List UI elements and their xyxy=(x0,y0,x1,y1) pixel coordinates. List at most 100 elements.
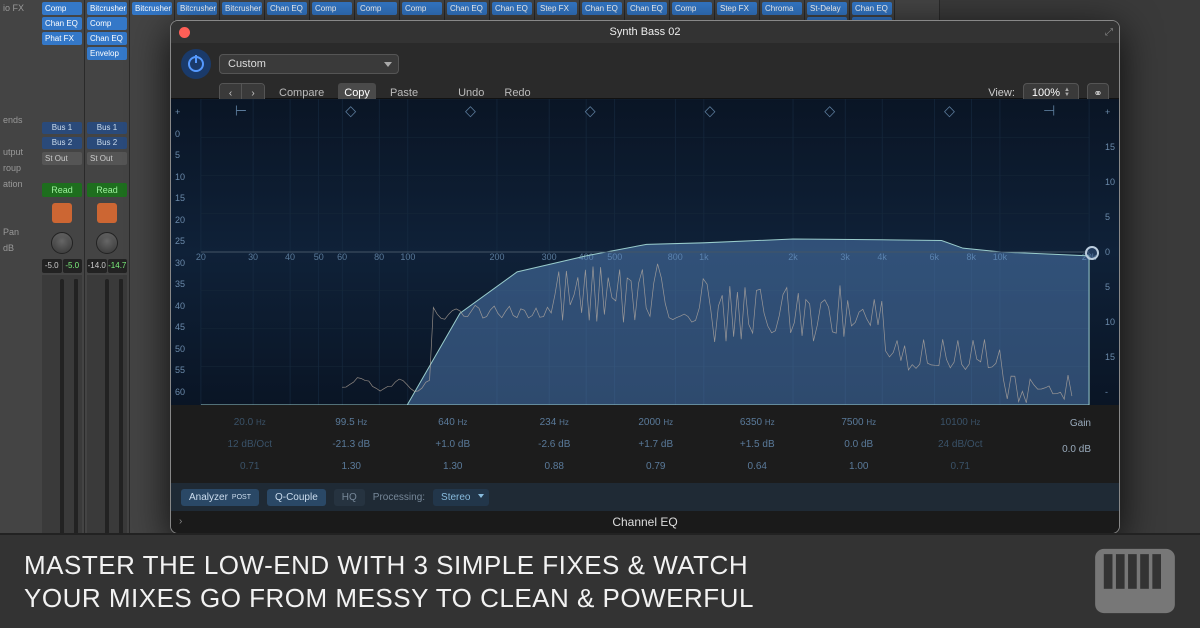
eq-band-column[interactable]: 234 Hz -2.6 dB 0.88 xyxy=(504,411,606,477)
channel-icon[interactable] xyxy=(42,199,82,227)
insert-slot xyxy=(42,92,82,105)
svg-text:60: 60 xyxy=(337,252,347,262)
send-button[interactable]: Bus 2 xyxy=(87,137,127,149)
svg-text:200: 200 xyxy=(489,252,504,262)
eq-band-column[interactable]: 10100 Hz 24 dB/Oct 0.71 xyxy=(910,411,1012,477)
band-gain[interactable]: 24 dB/Oct xyxy=(910,439,1012,450)
insert-slot[interactable]: Chan EQ xyxy=(852,2,892,15)
svg-text:20: 20 xyxy=(196,252,206,262)
q-couple-button[interactable]: Q-Couple xyxy=(267,489,326,506)
band-gain[interactable]: -2.6 dB xyxy=(504,439,606,450)
send-button[interactable]: Bus 1 xyxy=(87,122,127,134)
send-button[interactable]: Bus 2 xyxy=(42,137,82,149)
output-slot[interactable]: St Out xyxy=(42,152,82,165)
band-q[interactable]: 0.88 xyxy=(504,461,606,472)
automation-mode[interactable]: Read xyxy=(42,183,82,197)
hq-button[interactable]: HQ xyxy=(334,489,365,506)
insert-slot xyxy=(132,62,172,75)
insert-slot[interactable]: Comp xyxy=(672,2,712,15)
band-gain[interactable]: +1.7 dB xyxy=(605,439,707,450)
db-readout: -5.0 xyxy=(63,259,83,273)
master-gain-handle[interactable] xyxy=(1085,246,1099,260)
plugin-titlebar[interactable]: Synth Bass 02 ⤢ xyxy=(171,21,1119,43)
power-button[interactable] xyxy=(181,49,211,79)
preset-select[interactable]: Custom xyxy=(219,54,399,74)
svg-text:◇: ◇ xyxy=(465,102,476,118)
band-freq[interactable]: 99.5 Hz xyxy=(301,417,403,428)
band-q[interactable]: 1.00 xyxy=(808,461,910,472)
send-button[interactable]: Bus 1 xyxy=(42,122,82,134)
band-q[interactable]: 0.71 xyxy=(910,461,1012,472)
band-gain[interactable]: -21.3 dB xyxy=(301,439,403,450)
eq-band-column[interactable]: 2000 Hz +1.7 dB 0.79 xyxy=(605,411,707,477)
band-q[interactable]: 0.79 xyxy=(605,461,707,472)
insert-slot xyxy=(132,17,172,30)
insert-slot[interactable]: Envelop xyxy=(87,47,127,60)
insert-slot xyxy=(132,77,172,90)
band-freq[interactable]: 7500 Hz xyxy=(808,417,910,428)
insert-slot[interactable]: Chan EQ xyxy=(582,2,622,15)
insert-slot[interactable]: Chroma xyxy=(762,2,802,15)
band-q[interactable]: 0.71 xyxy=(199,461,301,472)
eq-display[interactable]: +051015202530354045505560 +15105051015- … xyxy=(171,99,1119,405)
insert-slot[interactable]: Bitcrusher xyxy=(177,2,217,15)
output-slot[interactable]: St Out xyxy=(87,152,127,165)
headline-text: MASTER THE LOW-END WITH 3 SIMPLE FIXES &… xyxy=(24,549,754,614)
eq-band-column[interactable]: 7500 Hz 0.0 dB 1.00 xyxy=(808,411,910,477)
insert-slot[interactable]: Step FX xyxy=(537,2,577,15)
insert-slot[interactable]: Chan EQ xyxy=(492,2,532,15)
db-readout: -14.0 xyxy=(87,259,107,273)
insert-slot xyxy=(42,77,82,90)
master-gain-column[interactable]: Gain0.0 dB xyxy=(1011,411,1091,477)
svg-text:⊣: ⊣ xyxy=(1043,102,1055,118)
pan-knob[interactable] xyxy=(42,229,82,257)
band-gain[interactable]: +1.5 dB xyxy=(707,439,809,450)
svg-text:40: 40 xyxy=(285,252,295,262)
pan-knob[interactable] xyxy=(87,229,127,257)
expand-icon[interactable]: ⤢ xyxy=(1105,27,1113,38)
insert-slot[interactable]: Chan EQ xyxy=(447,2,487,15)
insert-slot[interactable]: Bitcrusher xyxy=(87,2,127,15)
band-freq[interactable]: 10100 Hz xyxy=(910,417,1012,428)
insert-slot xyxy=(87,77,127,90)
insert-slot[interactable]: Chan EQ xyxy=(267,2,307,15)
insert-slot xyxy=(87,107,127,120)
eq-band-column[interactable]: 99.5 Hz -21.3 dB 1.30 xyxy=(301,411,403,477)
channel-icon[interactable] xyxy=(87,199,127,227)
insert-slot[interactable]: Bitcrusher xyxy=(222,2,262,15)
band-gain[interactable]: 0.0 dB xyxy=(808,439,910,450)
eq-band-column[interactable]: 640 Hz +1.0 dB 1.30 xyxy=(402,411,504,477)
band-freq[interactable]: 6350 Hz xyxy=(707,417,809,428)
band-q[interactable]: 0.64 xyxy=(707,461,809,472)
eq-band-column[interactable]: 6350 Hz +1.5 dB 0.64 xyxy=(707,411,809,477)
insert-slot[interactable]: Chan EQ xyxy=(627,2,667,15)
band-q[interactable]: 1.30 xyxy=(301,461,403,472)
insert-slot[interactable]: Comp xyxy=(42,2,82,15)
automation-mode[interactable]: Read xyxy=(87,183,127,197)
eq-band-column[interactable]: 20.0 Hz 12 dB/Oct 0.71 xyxy=(199,411,301,477)
insert-slot[interactable]: Comp xyxy=(312,2,352,15)
analyzer-button[interactable]: AnalyzerPOST xyxy=(181,489,259,506)
band-gain[interactable]: +1.0 dB xyxy=(402,439,504,450)
band-q[interactable]: 1.30 xyxy=(402,461,504,472)
band-freq[interactable]: 2000 Hz xyxy=(605,417,707,428)
insert-slot xyxy=(132,107,172,120)
band-freq[interactable]: 20.0 Hz xyxy=(199,417,301,428)
insert-slot[interactable]: Phat FX xyxy=(42,32,82,45)
insert-slot[interactable]: St-Delay xyxy=(807,2,847,15)
insert-slot xyxy=(42,47,82,60)
insert-slot[interactable]: Comp xyxy=(402,2,442,15)
band-freq[interactable]: 640 Hz xyxy=(402,417,504,428)
insert-slot[interactable]: Comp xyxy=(357,2,397,15)
band-gain[interactable]: 12 dB/Oct xyxy=(199,439,301,450)
processing-select[interactable]: Stereo xyxy=(433,489,488,506)
master-gain-value[interactable]: 0.0 dB xyxy=(1011,444,1091,455)
insert-slot[interactable]: Step FX xyxy=(717,2,757,15)
close-icon[interactable] xyxy=(179,27,190,38)
reveal-icon[interactable]: › xyxy=(179,511,182,533)
insert-slot[interactable]: Chan EQ xyxy=(87,32,127,45)
insert-slot[interactable]: Comp xyxy=(87,17,127,30)
insert-slot[interactable]: Bitcrusher xyxy=(132,2,172,15)
band-freq[interactable]: 234 Hz xyxy=(504,417,606,428)
insert-slot[interactable]: Chan EQ xyxy=(42,17,82,30)
